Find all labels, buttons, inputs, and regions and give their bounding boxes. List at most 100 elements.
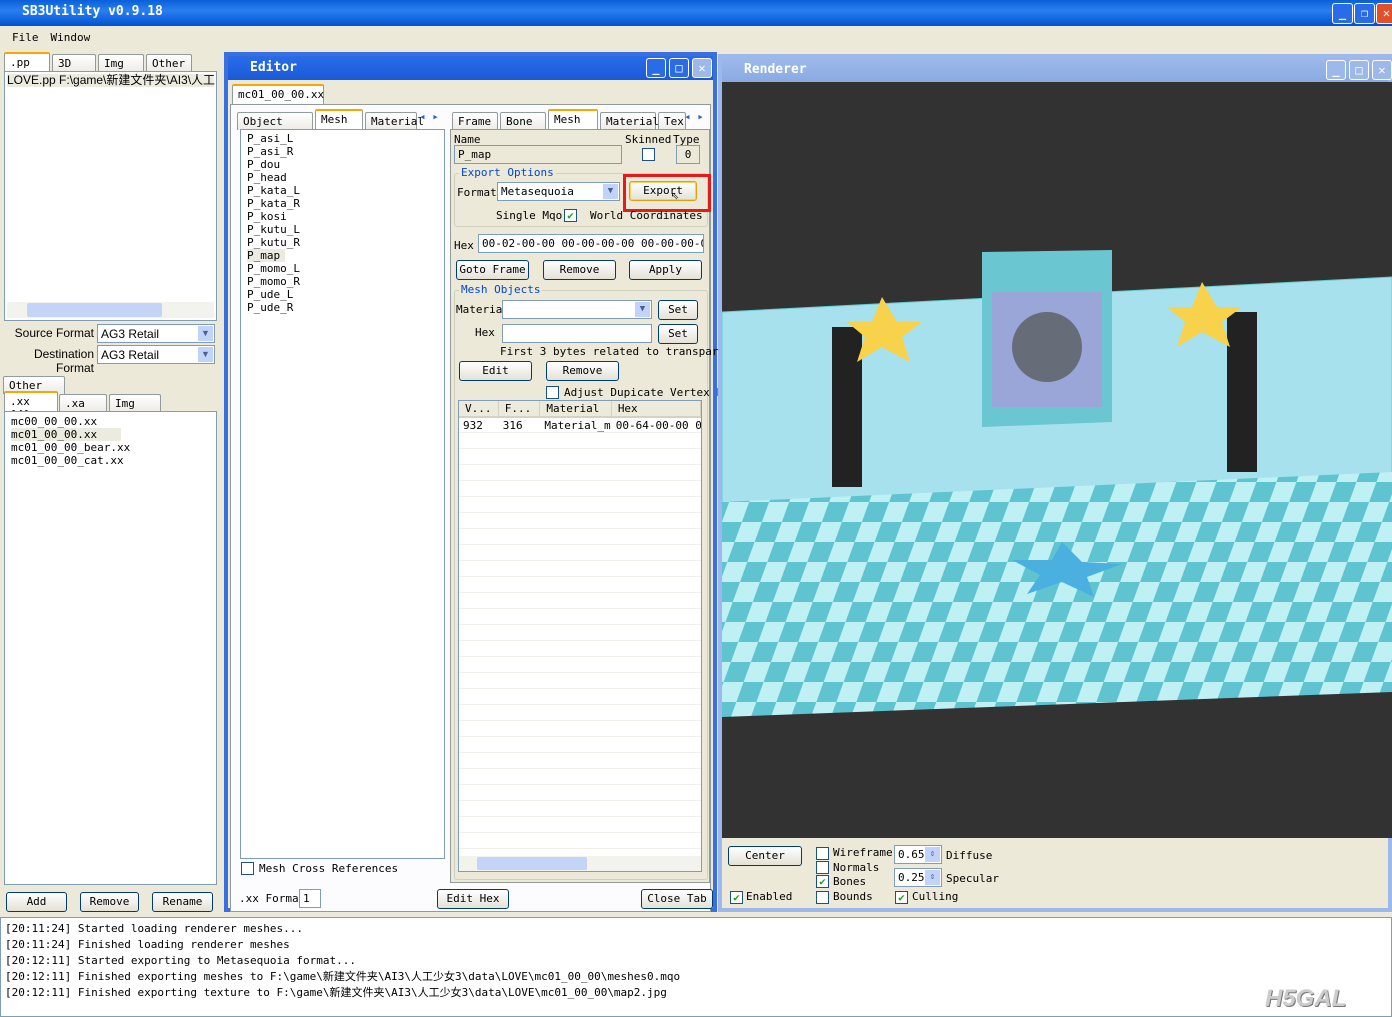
mesh-list-item[interactable]: P_ude_L [247,288,438,301]
tab-texture[interactable]: Tex [658,112,686,130]
horizontal-scrollbar[interactable] [459,856,701,871]
spinner-arrows-icon[interactable]: ⇕ [925,847,940,862]
mesh-list[interactable]: P_asi_L P_asi_R P_dou P_head P_kata_L P_kata_… [240,129,445,859]
material-select[interactable]: ▼ [502,300,652,319]
tab-xa[interactable]: .xa [2] [59,394,107,423]
xx-format-field[interactable]: 1 [299,889,321,908]
wireframe-checkbox[interactable] [816,847,829,860]
close-button[interactable]: ✕ [1372,60,1392,80]
tab-material[interactable]: Material [365,112,424,130]
bounds-label: Bounds [833,890,873,903]
name-field[interactable]: P_map [454,145,622,164]
tab-scroll-arrows[interactable]: ◂ ▸ [419,110,439,123]
table-row[interactable]: 932 316 Material_m 00-64-00-00 0 [459,418,701,433]
log-line: [20:11:24] Finished loading renderer mes… [5,938,290,951]
mesh-object-hex-field[interactable] [502,324,652,343]
bones-checkbox[interactable]: ✔ [816,875,829,888]
pp-list[interactable]: LOVE.pp F:\game\新建文件夹\AI3\人工 [4,71,217,321]
tab-scroll-arrows[interactable]: ◂ ▸ [684,110,704,123]
spinner-arrows-icon[interactable]: ⇕ [925,870,940,885]
diffuse-spinner[interactable]: 0.65 ⇕ [894,845,942,864]
mesh-list-item[interactable]: P_momo_L [247,262,438,275]
single-mqo-checkbox[interactable]: ✔ [564,209,577,222]
menu-file[interactable]: File [12,31,39,44]
tab-mesh-detail[interactable]: Mesh [548,109,598,129]
mesh-list-item[interactable]: P_asi_R [247,145,438,158]
format-select[interactable]: Metasequoia ▼ [497,182,620,201]
tab-document[interactable]: mc01_00_00.xx [232,84,324,104]
normals-checkbox[interactable] [816,861,829,874]
menu-window[interactable]: Window [51,31,91,44]
close-tab-button[interactable]: Close Tab [641,889,713,909]
edit-hex-button[interactable]: Edit Hex [437,889,509,909]
mesh-list-item[interactable]: P_kata_R [247,197,438,210]
log-panel[interactable]: [20:11:24] Started loading renderer mesh… [0,917,1392,1017]
remove-object-button[interactable]: Remove [546,361,619,381]
mesh-objects-table[interactable]: V... F... Material Hex 932 316 Material_m 00-6… [458,400,702,872]
pp-item[interactable]: LOVE.pp F:\game\新建文件夹\AI3\人工 [7,74,215,87]
remove-button[interactable]: Remove [80,892,139,912]
destination-format-select[interactable]: AG3 Retail ▼ [97,345,215,364]
tab-bone[interactable]: Bone [500,112,546,130]
tab-xx[interactable]: .xx [4] [4,391,58,421]
tab-img-count[interactable]: Img [0] [109,394,161,423]
set-hex-button[interactable]: Set [658,324,698,344]
close-button[interactable]: ✕ [692,58,712,78]
mesh-list-item[interactable]: P_kosi [247,210,438,223]
mesh-list-item[interactable]: P_dou [247,158,438,171]
add-button[interactable]: Add [6,892,67,912]
mesh-list-item[interactable]: P_kutu_R [247,236,438,249]
list-item[interactable]: mc01_00_00.xx [11,428,121,441]
minimize-button[interactable]: _ [646,58,666,78]
column-header[interactable]: F... [499,401,541,416]
remove-mesh-button[interactable]: Remove [543,260,616,280]
tab-pp[interactable]: .pp [4,52,50,72]
edit-button[interactable]: Edit [459,361,532,381]
list-item[interactable]: mc01_00_00_cat.xx [11,454,210,467]
column-header[interactable]: Material [540,401,612,416]
tab-object-tree[interactable]: Object Tree [237,112,313,141]
restore-button[interactable]: ❐ [1354,3,1375,24]
mesh-list-item[interactable]: P_momo_R [247,275,438,288]
list-item[interactable]: mc01_00_00_bear.xx [11,441,210,454]
goto-frame-button[interactable]: Goto Frame [456,260,529,280]
mesh-list-item[interactable]: P_ude_R [247,301,438,314]
mesh-list-item[interactable]: P_asi_L [247,132,438,145]
source-format-select[interactable]: AG3 Retail ▼ [97,324,215,343]
maximize-button[interactable]: □ [669,58,689,78]
tab-frame[interactable]: Frame [452,112,498,130]
render-viewport[interactable] [722,82,1392,838]
mesh-list-item[interactable]: P_kutu_L [247,223,438,236]
skinned-checkbox[interactable] [642,148,655,161]
maximize-button[interactable]: □ [1349,60,1369,80]
tab-material-detail[interactable]: Material [600,112,659,130]
mesh-list-item[interactable]: P_map [247,249,285,262]
xx-file-list[interactable]: mc00_00_00.xx mc01_00_00.xx mc01_00_00_b… [4,411,217,885]
mesh-cross-references-checkbox[interactable] [241,862,254,875]
apply-button[interactable]: Apply [629,260,702,280]
world-coordinates-label: World Coordinates [590,209,703,222]
specular-spinner[interactable]: 0.25 ⇕ [894,868,942,887]
minimize-button[interactable]: _ [1332,3,1353,24]
tab-img[interactable]: Img [98,54,144,72]
bounds-checkbox[interactable] [816,891,829,904]
tab-3d[interactable]: 3D [52,54,96,72]
mesh-list-item[interactable]: P_head [247,171,438,184]
mesh-list-item[interactable]: P_kata_L [247,184,438,197]
enabled-checkbox[interactable]: ✔ [730,891,743,904]
tab-other[interactable]: Other [146,54,192,72]
culling-checkbox[interactable]: ✔ [895,891,908,904]
list-item[interactable]: mc00_00_00.xx [11,415,210,428]
column-header[interactable]: Hex [612,401,701,416]
tab-mesh[interactable]: Mesh [315,109,363,129]
close-button[interactable]: ✕ [1376,3,1392,24]
hex-field[interactable]: 00-02-00-00 00-00-00-00 00-00-00-00 0 [478,234,704,253]
column-header[interactable]: V... [459,401,499,416]
set-material-button[interactable]: Set [658,300,698,320]
minimize-button[interactable]: _ [1326,60,1346,80]
center-button[interactable]: Center [728,846,802,866]
adjust-duplicate-vertex-checkbox[interactable] [546,386,559,399]
horizontal-scrollbar[interactable] [7,302,214,318]
chevron-down-icon: ▼ [635,302,650,317]
rename-button[interactable]: Rename [152,892,213,912]
